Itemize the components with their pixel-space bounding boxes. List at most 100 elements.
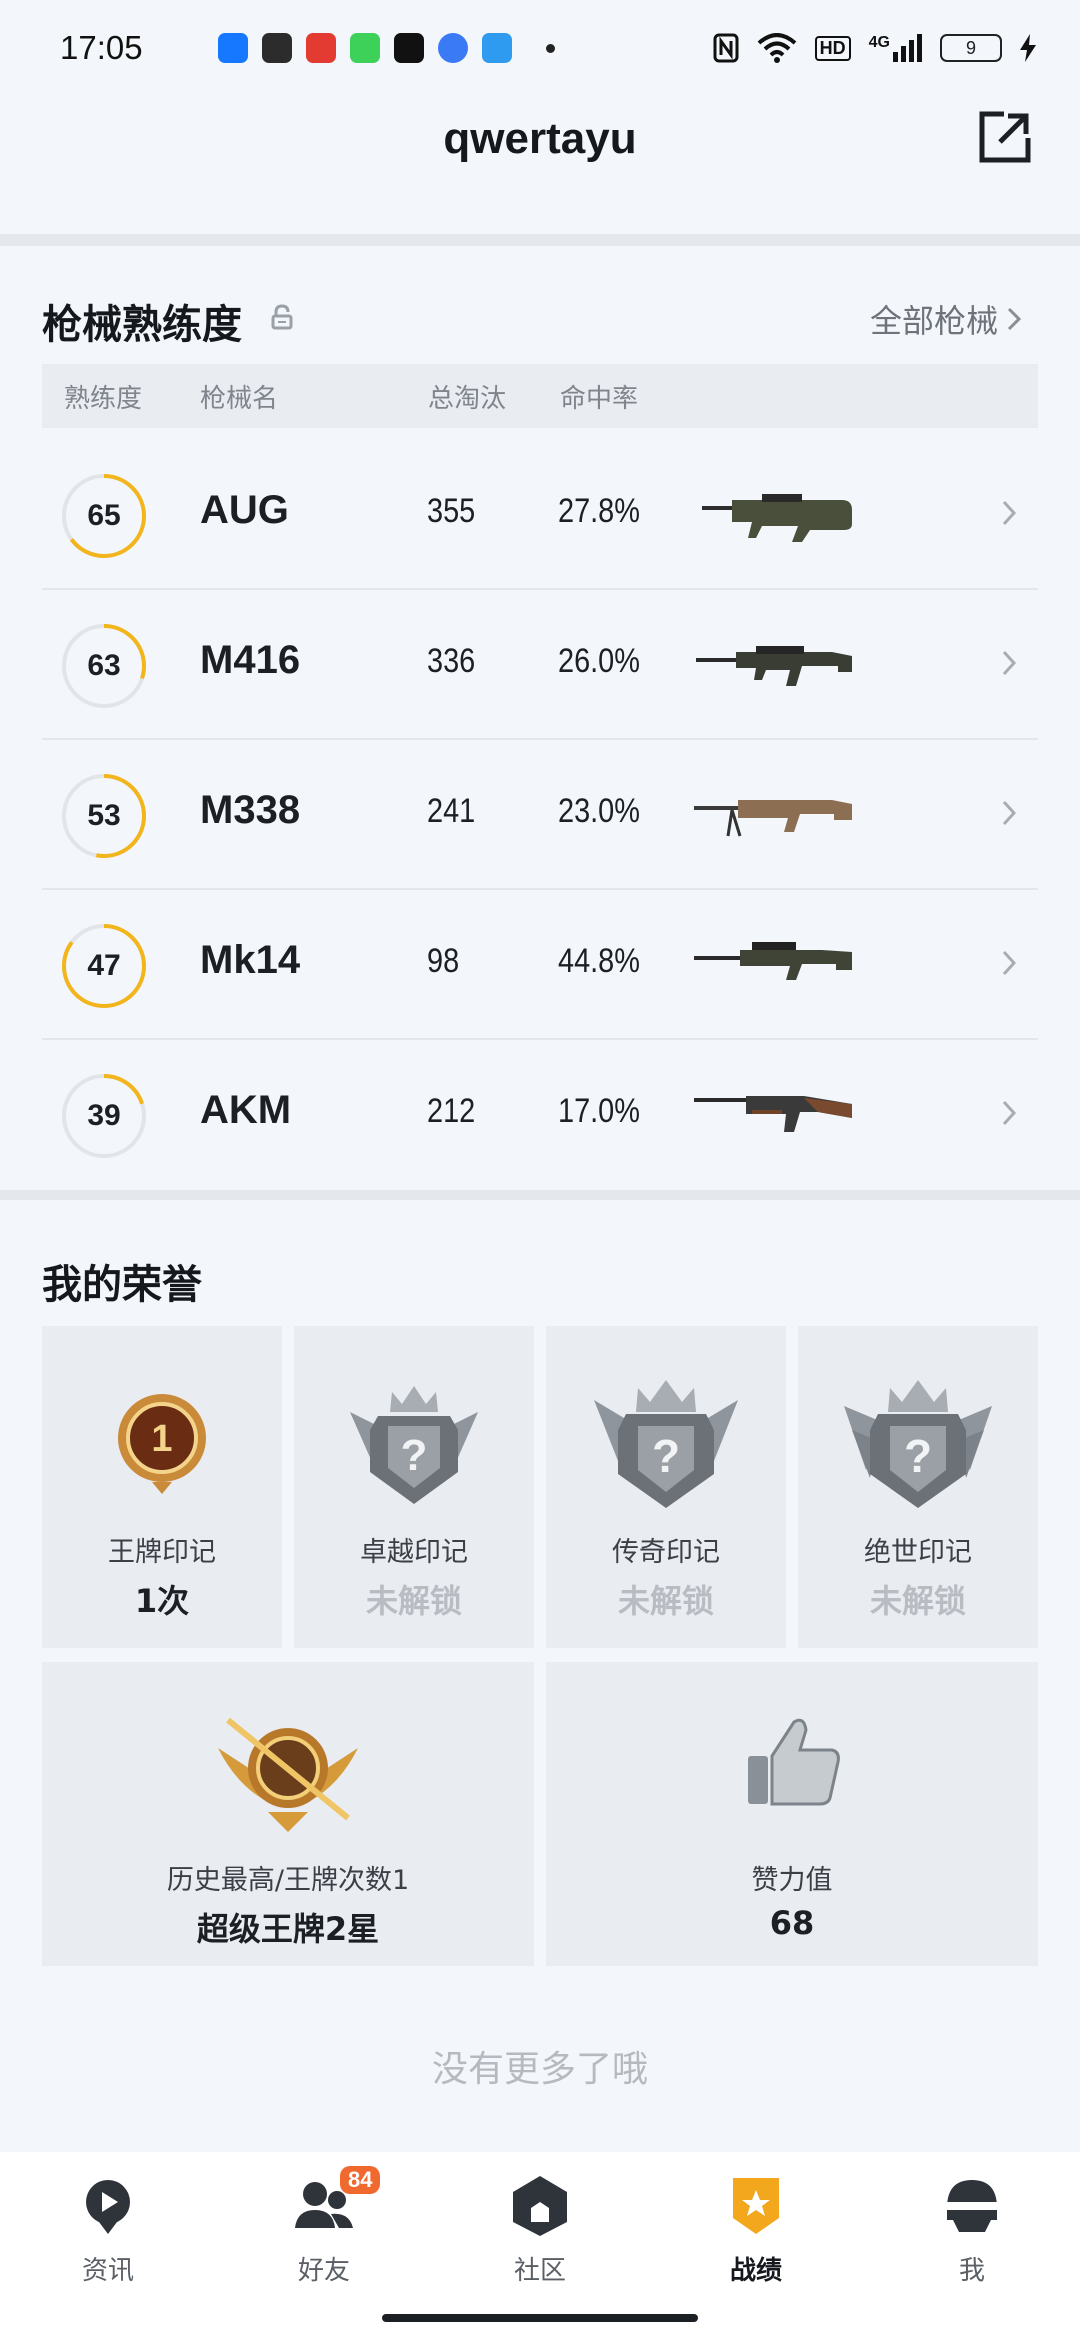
share-external-icon[interactable] <box>974 108 1034 168</box>
m416-rifle-image <box>696 646 852 686</box>
mk14-rifle-image <box>694 942 852 980</box>
proficiency-value: 39 <box>87 1099 121 1132</box>
col-accuracy: 命中率 <box>560 383 639 414</box>
nav-item-records[interactable]: 战绩 <box>676 2172 836 2287</box>
app-red-icon <box>306 33 336 63</box>
browser-icon <box>438 33 468 63</box>
honor-label: 绝世印记 <box>864 1537 972 1568</box>
chevron-right-icon <box>1002 950 1017 976</box>
4g-signal-icon: 4G <box>869 34 922 62</box>
locked-shield-badge-icon: ? <box>844 1380 992 1508</box>
col-weapon-name: 枪械名 <box>200 383 279 414</box>
weapon-kills: 241 <box>427 792 476 830</box>
wifi-icon <box>757 33 796 63</box>
proficiency-value: 47 <box>87 949 121 982</box>
likes-value: 68 <box>769 1904 815 1942</box>
chevron-right-icon <box>1002 1100 1017 1126</box>
nav-label: 资讯 <box>81 2256 134 2286</box>
chevron-right-icon <box>1002 800 1017 826</box>
files-icon <box>482 33 512 63</box>
weapon-row[interactable]: 63 M416 336 26.0% <box>42 590 1038 740</box>
status-bar: 17:05 HD 4G 9 <box>0 0 1080 96</box>
svg-text:?: ? <box>652 1430 680 1482</box>
ace-medal-number: 1 <box>151 1418 173 1460</box>
likes-label: 赞力值 <box>751 1865 833 1896</box>
honor-card-excellence[interactable]: ? 卓越印记 未解锁 <box>294 1326 534 1648</box>
nav-item-news[interactable]: 资讯 <box>28 2172 188 2287</box>
likes-card[interactable]: 赞力值 68 <box>546 1662 1038 1966</box>
honor-value: 1次 <box>134 1582 190 1620</box>
nav-item-me[interactable]: 我 <box>892 2172 1052 2287</box>
honor-value: 未解锁 <box>869 1582 966 1620</box>
section-divider <box>0 234 1080 246</box>
honor-card-ace[interactable]: 1 王牌印记 1次 <box>42 1326 282 1648</box>
nav-label: 好友 <box>297 2256 350 2286</box>
locked-shield-badge-icon: ? <box>350 1386 478 1504</box>
weapon-accuracy: 23.0% <box>558 792 640 830</box>
notification-icons <box>218 33 555 63</box>
history-best-label: 历史最高/王牌次数1 <box>166 1865 410 1896</box>
col-kills: 总淘汰 <box>428 383 507 414</box>
history-best-value: 超级王牌2星 <box>196 1910 380 1948</box>
battery-indicator: 9 <box>940 34 1002 62</box>
weapon-kills: 336 <box>427 642 476 680</box>
nav-label: 战绩 <box>729 2256 782 2286</box>
section-divider <box>0 1190 1080 1200</box>
chevron-right-icon <box>1002 650 1017 676</box>
weapon-kills: 355 <box>427 492 476 530</box>
weapon-accuracy: 17.0% <box>558 1092 640 1130</box>
nav-item-community[interactable]: 社区 <box>460 2172 620 2287</box>
community-icon <box>513 2176 567 2236</box>
weapon-row[interactable]: 39 AKM 212 17.0% <box>42 1040 1038 1190</box>
news-icon <box>86 2180 130 2234</box>
weapon-accuracy: 26.0% <box>558 642 640 680</box>
honors-title: 我的荣誉 <box>42 1262 202 1308</box>
honor-value: 未解锁 <box>365 1582 462 1620</box>
weapon-row[interactable]: 65 AUG 355 27.8% <box>42 440 1038 590</box>
thumbs-up-icon <box>748 1718 840 1806</box>
svg-text:?: ? <box>904 1430 932 1482</box>
messages-icon <box>350 33 380 63</box>
hd-icon: HD <box>814 35 851 61</box>
all-weapons-label: 全部枪械 <box>869 302 998 340</box>
nav-label: 我 <box>958 2256 985 2286</box>
honor-value: 未解锁 <box>617 1582 714 1620</box>
honor-label: 卓越印记 <box>360 1537 468 1568</box>
alipay-icon <box>218 33 248 63</box>
weapon-name: AKM <box>200 1088 292 1132</box>
weapon-name: M338 <box>200 788 301 832</box>
honor-label: 传奇印记 <box>612 1537 720 1568</box>
honor-card-peerless[interactable]: ? 绝世印记 未解锁 <box>798 1326 1038 1648</box>
record-icon <box>733 2178 779 2234</box>
charging-icon <box>1020 34 1036 62</box>
weapon-name: AUG <box>200 488 289 532</box>
honor-label: 王牌印记 <box>108 1537 216 1568</box>
svg-text:?: ? <box>401 1431 428 1480</box>
home-indicator[interactable] <box>382 2314 698 2322</box>
page-header: qwertayu <box>0 96 1080 236</box>
weapon-table-header: 熟练度 枪械名 总淘汰 命中率 <box>42 364 1038 428</box>
all-weapons-link[interactable]: 全部枪械 <box>870 296 1022 342</box>
nav-item-friends[interactable]: 84 好友 <box>244 2166 404 2287</box>
chevron-right-icon <box>1002 500 1017 526</box>
weapon-row[interactable]: 53 M338 241 23.0% <box>42 740 1038 890</box>
chevron-right-icon <box>1007 307 1022 331</box>
proficiency-value: 65 <box>87 499 121 532</box>
friends-count-badge: 84 <box>340 2166 381 2194</box>
nav-label: 社区 <box>513 2256 566 2286</box>
tiktok-icon <box>394 33 424 63</box>
proficiency-value: 53 <box>87 799 121 832</box>
profile-helmet-icon <box>947 2180 997 2232</box>
proficiency-value: 63 <box>87 649 121 682</box>
aug-rifle-image <box>702 494 852 542</box>
history-best-card[interactable]: 历史最高/王牌次数1 超级王牌2星 <box>42 1662 534 1966</box>
player-name: qwertayu <box>443 114 637 163</box>
weapon-name: M416 <box>200 638 301 682</box>
lock-icon[interactable] <box>270 304 294 330</box>
weapon-accuracy: 27.8% <box>558 492 640 530</box>
honor-card-legend[interactable]: ? 传奇印记 未解锁 <box>546 1326 786 1648</box>
locked-shield-badge-icon: ? <box>594 1380 738 1508</box>
more-notifications-dot <box>546 43 555 53</box>
weapon-proficiency-title: 枪械熟练度 <box>42 302 242 348</box>
weapon-row[interactable]: 47 Mk14 98 44.8% <box>42 890 1038 1040</box>
